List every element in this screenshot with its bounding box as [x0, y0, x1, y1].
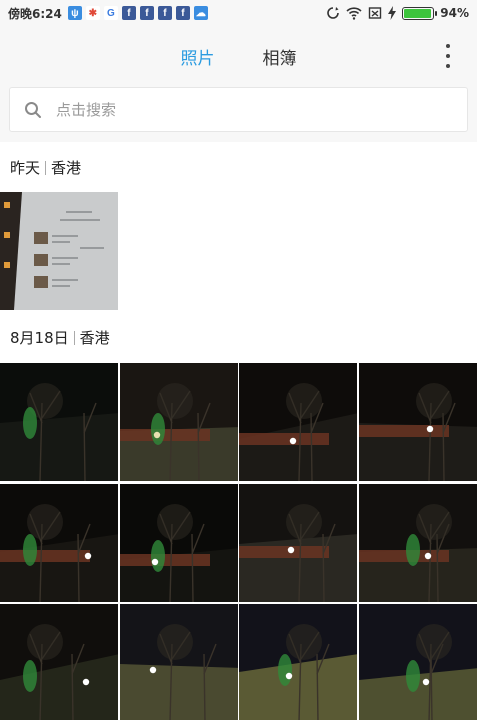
photo-image	[239, 604, 357, 720]
photo-image	[119, 604, 238, 720]
facebook-icon: f	[157, 6, 172, 20]
photo-thumbnail[interactable]	[239, 363, 357, 481]
photo-thumbnail[interactable]	[119, 483, 238, 602]
photo-image	[119, 483, 238, 602]
photo-image	[0, 192, 118, 310]
photo-image	[239, 363, 357, 481]
pinwheel-icon: ✱	[85, 6, 100, 20]
more-menu-icon[interactable]	[445, 44, 451, 68]
photo-image	[358, 363, 477, 481]
photo-thumbnail[interactable]	[0, 604, 118, 720]
tab-albums[interactable]: 相簿	[263, 44, 297, 69]
battery-icon	[402, 6, 438, 20]
photo-image	[0, 363, 118, 481]
photo-thumbnail[interactable]	[358, 604, 477, 720]
charging-icon	[388, 6, 397, 20]
photo-thumbnail[interactable]	[119, 363, 238, 481]
notification-icons: ψ ✱ G f f f f ☁	[67, 6, 208, 20]
photo-thumbnail[interactable]	[0, 192, 118, 310]
sync-icon	[327, 7, 340, 19]
section-date: 8月18日	[10, 329, 69, 347]
status-bar: 傍晚6:24 ψ ✱ G f f f f ☁ 94%	[0, 0, 477, 26]
photo-image	[0, 483, 118, 602]
photo-thumbnail[interactable]	[358, 363, 477, 481]
photo-image	[0, 604, 118, 720]
wifi-icon	[346, 7, 362, 20]
facebook-icon: f	[121, 6, 136, 20]
search-icon	[25, 101, 41, 118]
photo-thumbnail[interactable]	[239, 483, 357, 602]
status-time: 傍晚6:24	[8, 6, 62, 21]
photo-thumbnail[interactable]	[358, 483, 477, 602]
tab-bar: 照片 相簿	[181, 44, 297, 69]
photo-thumbnail[interactable]	[239, 604, 357, 720]
divider	[73, 330, 75, 345]
usb-icon: ψ	[67, 6, 82, 20]
tab-photos[interactable]: 照片	[181, 44, 215, 69]
battery-percent: 94%	[440, 6, 469, 20]
google-icon: G	[103, 6, 118, 20]
facebook-icon: f	[139, 6, 154, 20]
photo-image	[239, 483, 357, 602]
section-header-aug18: 8月18日 香港	[10, 327, 110, 348]
cloud-icon: ☁	[193, 6, 208, 20]
search-placeholder: 点击搜索	[56, 101, 117, 119]
photo-image	[358, 483, 477, 602]
search-input[interactable]: 点击搜索	[9, 87, 468, 132]
section-date: 昨天	[10, 159, 41, 177]
photo-thumbnail[interactable]	[119, 604, 238, 720]
top-bar: 照片 相簿	[0, 26, 477, 86]
photo-image	[358, 604, 477, 720]
photo-thumbnail[interactable]	[0, 363, 118, 481]
section-location: 香港	[79, 329, 110, 347]
divider	[45, 160, 47, 175]
section-header-yesterday: 昨天 香港	[10, 157, 81, 178]
facebook-icon: f	[175, 6, 190, 20]
search-area: 点击搜索	[0, 86, 477, 142]
battery-fill	[404, 8, 431, 18]
no-sim-icon	[369, 7, 382, 19]
section-location: 香港	[51, 159, 82, 177]
photo-thumbnail[interactable]	[0, 483, 118, 602]
photo-image	[119, 363, 238, 481]
